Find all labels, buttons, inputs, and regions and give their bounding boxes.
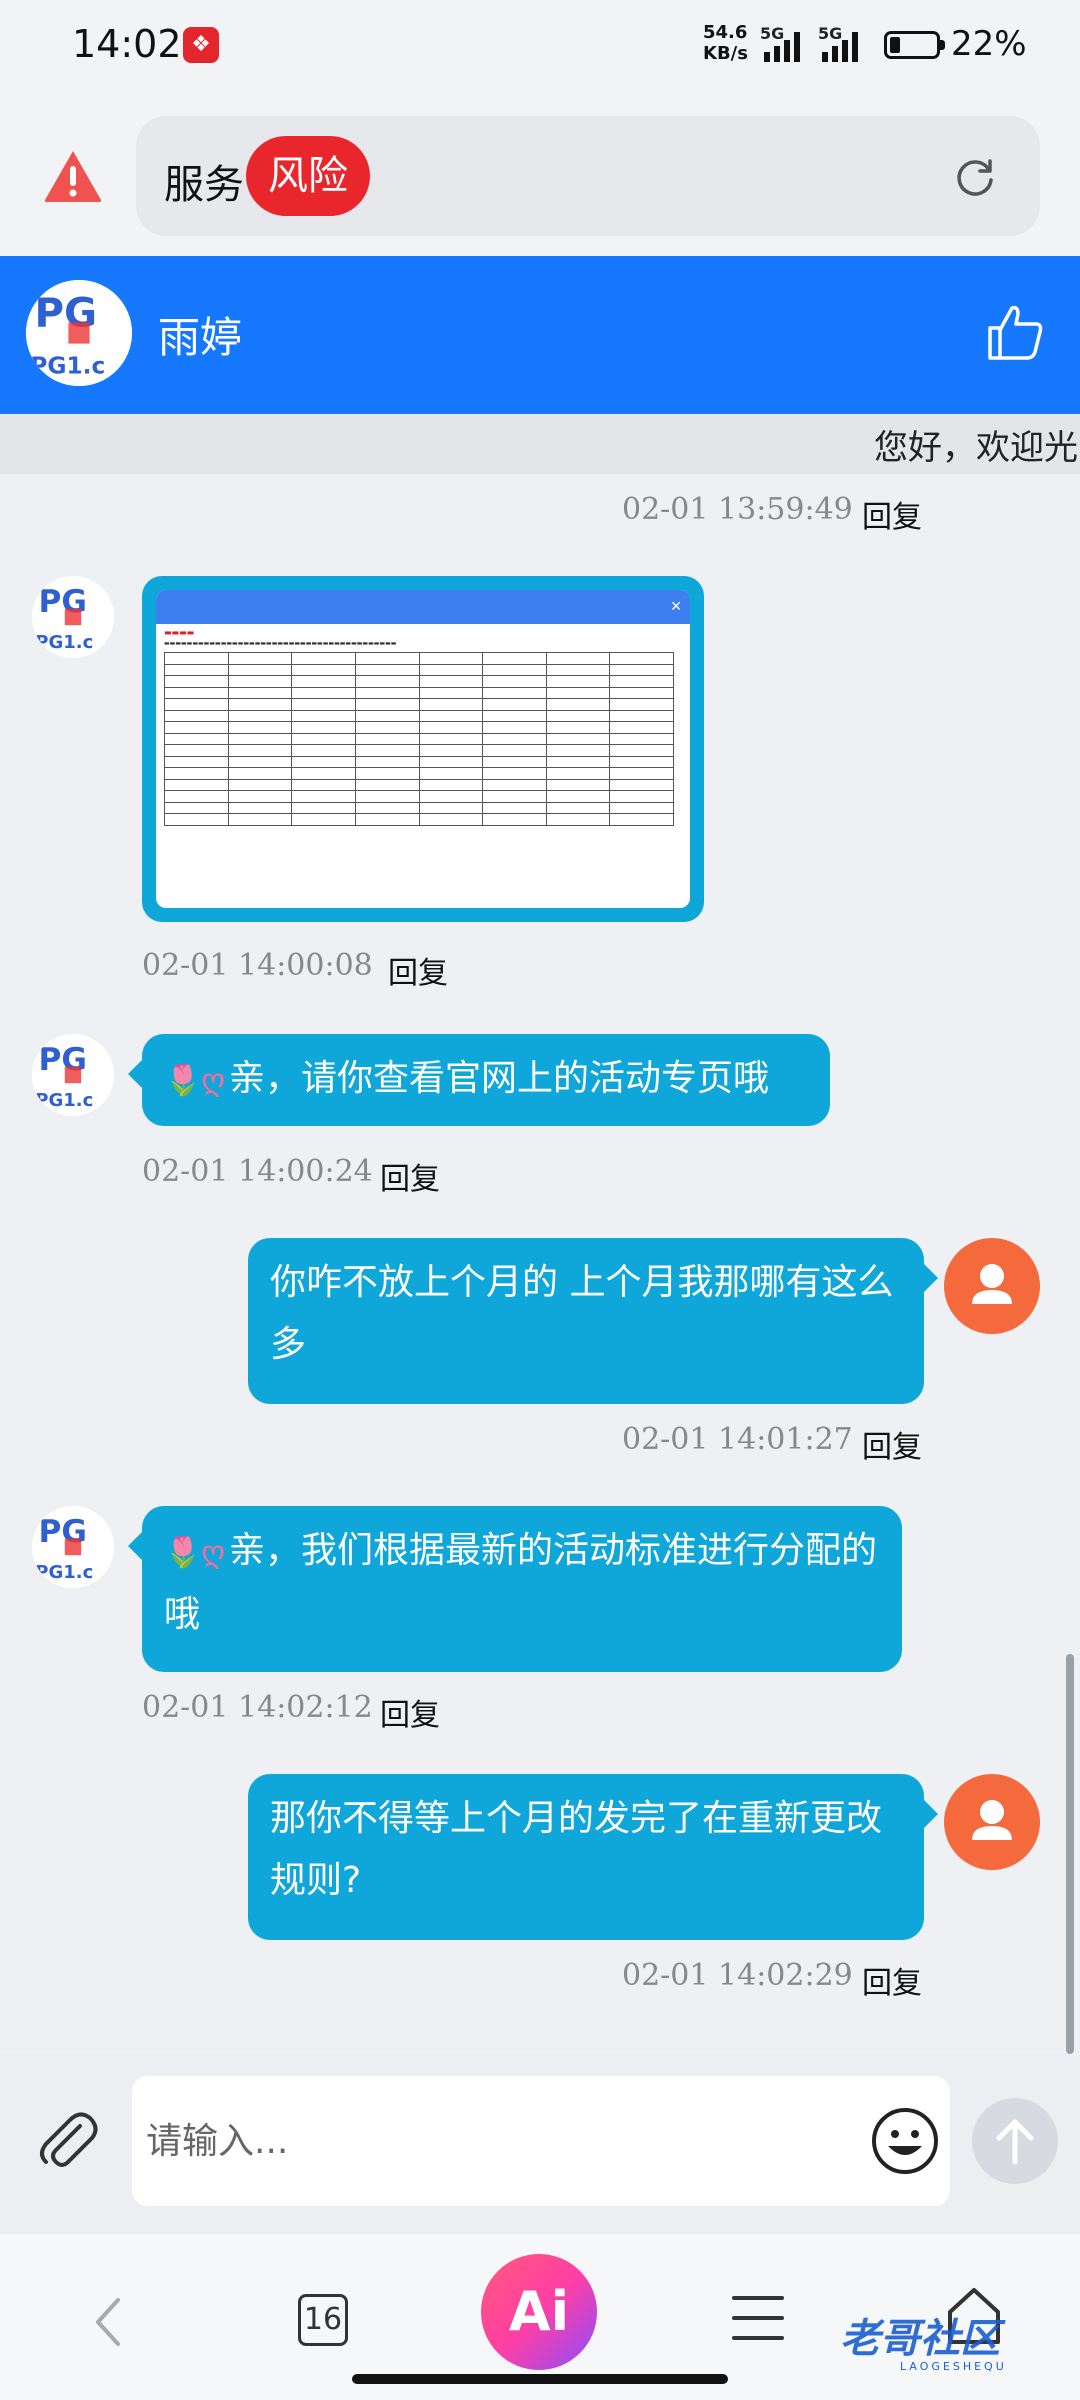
send-arrow-icon (996, 2119, 1034, 2165)
message-input[interactable] (146, 2112, 846, 2170)
reply-button[interactable]: 回复 (862, 1958, 922, 2002)
scrollbar[interactable] (1066, 1654, 1074, 2054)
agent-avatar-small[interactable]: PG PG1.c (32, 1506, 114, 1588)
signal-icon-2: 5G (818, 24, 860, 62)
image-table (164, 652, 674, 826)
network-speed: 54.6 KB/s (703, 22, 748, 64)
user-message-bubble[interactable]: 你咋不放上个月的 上个月我那哪有这么多 (248, 1238, 938, 1404)
message-input-container[interactable] (132, 2076, 950, 2206)
message-time: 02-01 14:01:27 (622, 1422, 853, 1457)
image-title-line: ▬▬▬▬ (164, 628, 195, 637)
svg-text:PG1.c: PG1.c (35, 632, 93, 653)
agent-avatar[interactable]: PG PG1.c (26, 280, 132, 386)
message-time: 02-01 13:59:49 (622, 492, 853, 527)
message-text: 你咋不放上个月的 上个月我那哪有这么多 (270, 1262, 894, 1365)
welcome-text: 您好，欢迎光 (874, 428, 1078, 468)
like-icon[interactable] (984, 302, 1046, 364)
attach-icon[interactable] (34, 2106, 100, 2172)
battery-icon (884, 31, 945, 59)
home-indicator (352, 2374, 728, 2384)
risk-badge: 风险 (246, 136, 370, 216)
image-thumbnail: ✕ ▬▬▬▬ ▬▬▬▬▬▬▬▬▬▬▬▬▬▬▬▬▬▬▬▬▬▬▬▬▬▬▬▬▬▬▬▬▬… (156, 590, 690, 908)
image-message[interactable]: ✕ ▬▬▬▬ ▬▬▬▬▬▬▬▬▬▬▬▬▬▬▬▬▬▬▬▬▬▬▬▬▬▬▬▬▬▬▬▬▬… (142, 576, 704, 922)
warning-icon[interactable] (42, 148, 104, 204)
watermark-subtext: LAOGESHEQU (900, 2360, 1007, 2373)
pg-logo-icon: PG PG1.c (32, 576, 114, 658)
message-text: 亲，请你查看官网上的活动专页哦 (228, 1058, 769, 1099)
ai-button[interactable]: Ai (481, 2254, 597, 2370)
pg-logo-icon: PG PG1.c (32, 1034, 114, 1116)
tulip-emoji: 🌷ღ (164, 1063, 225, 1098)
watermark-logo: 老哥社区 (840, 2316, 1000, 2362)
reply-button[interactable]: 回复 (380, 1690, 440, 1734)
user-avatar[interactable] (944, 1238, 1040, 1334)
tulip-emoji: 🌷ღ (164, 1535, 225, 1570)
user-icon (972, 1800, 1012, 1840)
user-icon (972, 1264, 1012, 1304)
pg-logo-icon: PG PG1.c (32, 1506, 114, 1588)
address-text: 服务 (164, 162, 244, 208)
back-icon[interactable] (88, 2292, 128, 2352)
reload-icon[interactable] (954, 156, 996, 198)
pg-logo-icon: PG PG1.c (26, 280, 132, 386)
status-time: 14:02 (72, 22, 182, 66)
reply-button[interactable]: 回复 (862, 1422, 922, 1466)
message-time: 02-01 14:00:08 (142, 948, 373, 983)
user-avatar[interactable] (944, 1774, 1040, 1870)
message-time: 02-01 14:00:24 (142, 1154, 373, 1189)
browser-bottom-nav: 16 Ai 老哥社区 LAOGESHEQU (0, 2234, 1080, 2400)
menu-icon[interactable] (732, 2296, 784, 2340)
image-desc-line: ▬▬▬▬▬▬▬▬▬▬▬▬▬▬▬▬▬▬▬▬▬▬▬▬▬▬▬▬▬▬▬▬▬▬▬▬▬▬▬▬… (164, 640, 397, 647)
app-notification-icon: ❖ (183, 27, 219, 63)
message-time: 02-01 14:02:29 (622, 1958, 853, 1993)
message-text: 那你不得等上个月的发完了在重新更改规则? (270, 1798, 883, 1901)
browser-top-bar: 服务 风险 (0, 92, 1080, 256)
chat-header: PG PG1.c 雨婷 (0, 256, 1080, 414)
svg-text:PG1.c: PG1.c (30, 352, 105, 379)
status-bar: 14:02 ❖ 54.6 KB/s 5G 5G 22% (0, 0, 1080, 92)
svg-text:PG1.c: PG1.c (35, 1090, 93, 1111)
agent-message-bubble[interactable]: 🌷ღ 亲，我们根据最新的活动标准进行分配的哦 (128, 1506, 902, 1672)
message-text: 亲，我们根据最新的活动标准进行分配的哦 (164, 1530, 877, 1635)
agent-avatar-small[interactable]: PG PG1.c (32, 1034, 114, 1116)
reply-button[interactable]: 回复 (388, 948, 448, 992)
emoji-icon[interactable] (870, 2106, 940, 2176)
message-input-bar (0, 2054, 1080, 2234)
address-bar[interactable]: 服务 风险 (136, 116, 1040, 236)
battery-percent: 22% (951, 24, 1027, 64)
welcome-banner: 您好，欢迎光 (0, 414, 1080, 474)
agent-name: 雨婷 (158, 313, 243, 362)
chat-area[interactable]: 您好，欢迎光 02-01 13:59:49 回复 PG PG1.c ✕ ▬▬▬▬… (0, 414, 1080, 2054)
tabs-button[interactable]: 16 (298, 2294, 348, 2346)
signal-icon: 5G (760, 24, 802, 62)
send-button[interactable] (972, 2098, 1058, 2184)
close-icon: ✕ (670, 599, 682, 615)
reply-button[interactable]: 回复 (380, 1154, 440, 1198)
agent-message-bubble[interactable]: 🌷ღ 亲，请你查看官网上的活动专页哦 (128, 1034, 830, 1126)
agent-avatar-small[interactable]: PG PG1.c (32, 576, 114, 658)
reply-button[interactable]: 回复 (862, 492, 922, 536)
image-header-bar: ✕ (156, 590, 690, 624)
user-message-bubble[interactable]: 那你不得等上个月的发完了在重新更改规则? (248, 1774, 938, 1940)
svg-text:PG1.c: PG1.c (35, 1562, 93, 1583)
message-time: 02-01 14:02:12 (142, 1690, 373, 1725)
